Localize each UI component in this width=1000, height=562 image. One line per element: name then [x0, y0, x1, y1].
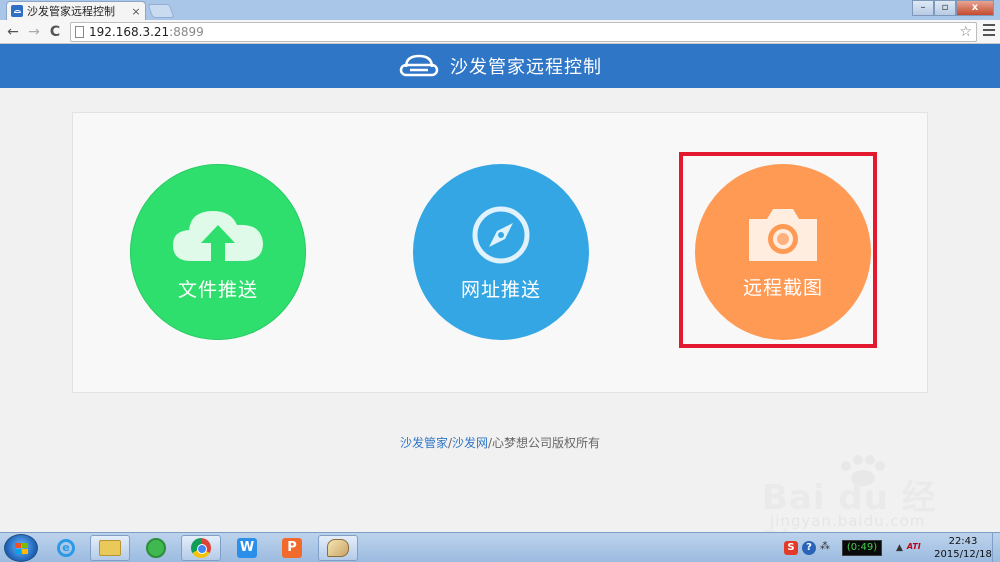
paint-icon — [327, 539, 349, 557]
url-push-button[interactable]: 网址推送 — [413, 164, 589, 340]
windows-logo-icon — [15, 543, 28, 555]
start-button[interactable] — [4, 534, 38, 562]
taskbar-wps-writer[interactable]: W — [227, 535, 267, 561]
taskbar-ie[interactable]: e — [46, 535, 86, 561]
battery-indicator[interactable]: (0:49) — [842, 540, 882, 556]
address-bar[interactable]: 192.168.3.21:8899 ☆ — [70, 22, 977, 42]
show-desktop-button[interactable] — [992, 533, 1000, 562]
file-push-button[interactable]: 文件推送 — [130, 164, 306, 340]
clock-time: 22:43 — [948, 536, 978, 547]
taskbar-360[interactable] — [136, 535, 176, 561]
tab-close-button[interactable]: × — [130, 5, 142, 18]
ati-icon[interactable]: ATI — [907, 542, 925, 554]
system-tray: S ? ⁂ (0:49) ▲ ATI — [784, 537, 925, 559]
wps-writer-icon: W — [237, 538, 257, 558]
footer-link-sofa-manager[interactable]: 沙发管家 — [400, 436, 448, 450]
taskbar-paint[interactable] — [318, 535, 358, 561]
app-title: 沙发管家远程控制 — [450, 57, 602, 78]
360-browser-icon — [146, 538, 166, 558]
highlight-box — [679, 152, 877, 348]
footer-link-sofa-net[interactable]: 沙发网 — [452, 436, 488, 450]
maximize-button[interactable]: ▫ — [934, 0, 956, 16]
network-icon[interactable]: ⁂ — [820, 541, 830, 555]
sogou-ime-icon[interactable]: S — [784, 541, 798, 555]
url-host: 192.168.3.21 — [89, 25, 170, 39]
reload-button[interactable]: C — [46, 23, 64, 41]
internet-explorer-icon: e — [57, 539, 75, 557]
url-push-label: 网址推送 — [460, 278, 541, 301]
help-icon[interactable]: ? — [802, 541, 816, 555]
minimize-button[interactable]: – — [912, 0, 934, 16]
forward-button[interactable]: → — [25, 23, 43, 41]
taskbar-wps-presentation[interactable]: P — [272, 535, 312, 561]
cloud-upload-icon — [173, 210, 263, 261]
url-port: :8899 — [169, 25, 204, 39]
taskbar-chrome[interactable] — [181, 535, 221, 561]
window-controls: – ▫ x — [912, 0, 994, 16]
page-icon — [75, 26, 84, 38]
sofa-favicon-icon — [11, 5, 23, 17]
chrome-icon — [191, 538, 211, 558]
app-header: 沙发管家远程控制 — [0, 44, 1000, 88]
sofa-logo-icon — [399, 54, 439, 77]
chrome-menu-icon[interactable] — [983, 24, 995, 38]
baidu-jingyan-watermark: Bai du 经验 jingyan.baidu.com — [762, 452, 962, 562]
new-tab-button[interactable] — [147, 4, 175, 18]
watermark-site: jingyan.baidu.com — [770, 512, 926, 530]
tray-expand-icon[interactable]: ▲ — [896, 543, 903, 553]
bookmark-star-icon[interactable]: ☆ — [959, 23, 972, 41]
folder-icon — [99, 540, 121, 556]
action-panel: 文件推送 网址推送 远程截图 — [72, 112, 928, 393]
taskbar-clock[interactable]: 22:43 2015/12/18 — [934, 535, 992, 561]
tab-title: 沙发管家远程控制 — [27, 5, 115, 18]
close-window-button[interactable]: x — [956, 0, 994, 16]
wps-presentation-icon: P — [282, 538, 302, 558]
browser-titlebar: 沙发管家远程控制 × – ▫ x — [0, 0, 1000, 20]
copyright-footer: 沙发管家/沙发网/心梦想公司版权所有 — [0, 434, 1000, 451]
file-push-label: 文件推送 — [177, 278, 258, 301]
compass-icon — [472, 206, 530, 263]
back-button[interactable]: ← — [4, 23, 22, 41]
clock-date: 2015/12/18 — [934, 549, 992, 560]
footer-copyright: /心梦想公司版权所有 — [488, 436, 601, 450]
taskbar-explorer[interactable] — [90, 535, 130, 561]
windows-taskbar: e W P S ? ⁂ (0:49) ▲ ATI 22:43 2015/12/1… — [0, 532, 1000, 562]
browser-tab[interactable]: 沙发管家远程控制 × — [6, 1, 146, 20]
browser-toolbar: ← → C 192.168.3.21:8899 ☆ — [0, 20, 1000, 44]
